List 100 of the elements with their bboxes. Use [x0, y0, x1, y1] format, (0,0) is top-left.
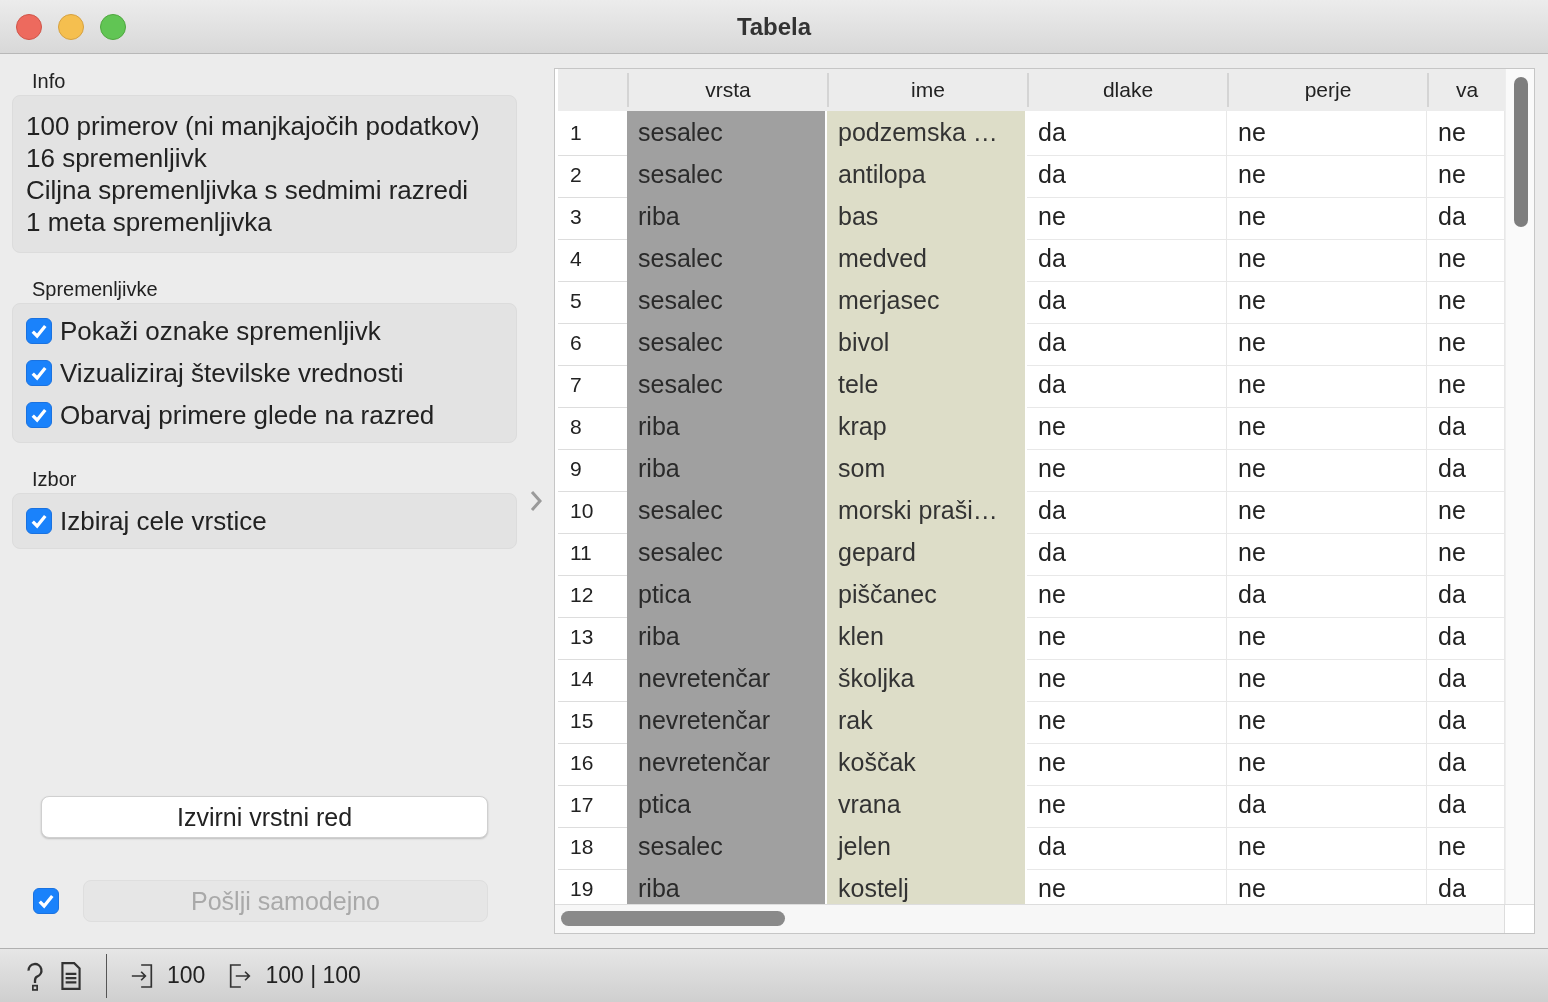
table-cell: da [1027, 237, 1227, 282]
table-cell: riba [627, 867, 827, 904]
table-cell: sesalec [627, 111, 827, 156]
table-cell: bas [827, 195, 1027, 240]
table-cell: ne [1227, 111, 1427, 156]
info-text: 100 primerov (ni manjkajočih podatkov) [26, 110, 481, 142]
window-title: Tabela [735, 12, 813, 41]
table-cell: ne [1027, 699, 1227, 744]
table-cell: ne [1227, 615, 1427, 660]
table-cell: sesalec [627, 531, 827, 576]
table-cell: merjasec [827, 279, 1027, 324]
checkbox-label[interactable]: Izbiraj cele vrstice [60, 505, 267, 537]
column-header[interactable]: ime [827, 73, 1027, 107]
table-cell: ne [1027, 573, 1227, 618]
table-cell: da [1027, 111, 1227, 156]
group-label: Izbor [31, 467, 78, 492]
output-count: 100 | 100 [265, 962, 361, 989]
table-cell: ne [1227, 237, 1427, 282]
column-header[interactable]: dlake [1027, 73, 1227, 107]
table-cell: ne [1027, 447, 1227, 492]
table-cell: da [1027, 363, 1227, 408]
checkbox-label[interactable]: Pokaži oznake spremenljivk [60, 315, 381, 347]
table-cell: sesalec [627, 237, 827, 282]
close-button[interactable] [16, 13, 42, 40]
table-cell: kostelj [827, 867, 1027, 904]
table-cell: sesalec [627, 363, 827, 408]
table-cell: ne [1227, 657, 1427, 702]
table-cell: sesalec [627, 321, 827, 366]
table-cell: školjka [827, 657, 1027, 702]
table-cell: da [1227, 783, 1427, 828]
column-header[interactable]: vrsta [627, 73, 827, 107]
table-cell: tele [827, 363, 1027, 408]
table-cell: ne [1227, 405, 1427, 450]
input-count: 100 [167, 962, 206, 989]
table-cell: sesalec [627, 279, 827, 324]
document-icon[interactable] [60, 960, 82, 991]
table-cell: sesalec [627, 825, 827, 870]
table-cell: ne [1227, 699, 1427, 744]
table-cell: sesalec [627, 489, 827, 534]
checkbox[interactable] [26, 318, 52, 344]
table-cell: riba [627, 405, 827, 450]
table-cell: som [827, 447, 1027, 492]
table-cell: da [1027, 531, 1227, 576]
table-cell: ne [1227, 825, 1427, 870]
checkbox[interactable] [26, 508, 52, 534]
info-text: 16 spremenljivk [26, 142, 208, 174]
table-cell: ne [1227, 153, 1427, 198]
table-cell: da [1027, 279, 1227, 324]
table-cell: podzemska … [827, 111, 1027, 156]
table-cell: ne [1227, 531, 1427, 576]
table-cell: riba [627, 615, 827, 660]
table-cell: ne [1227, 279, 1427, 324]
info-text: Ciljna spremenljivka s sedmimi razredi [26, 174, 470, 206]
table-cell: riba [627, 447, 827, 492]
table-cell: da [1027, 321, 1227, 366]
table-cell: da [1027, 153, 1227, 198]
table-cell: ne [1227, 321, 1427, 366]
table-cell: ne [1227, 363, 1427, 408]
group-label: Info [31, 69, 67, 94]
table-cell: da [1227, 573, 1427, 618]
table-cell: gepard [827, 531, 1027, 576]
table-cell: ne [1227, 447, 1427, 492]
horizontal-scrollbar[interactable] [555, 905, 1504, 933]
table-cell: ne [1227, 195, 1427, 240]
table-cell: da [1027, 489, 1227, 534]
table-cell: bivol [827, 321, 1027, 366]
table-cell: piščanec [827, 573, 1027, 618]
group-label: Spremenljivke [31, 277, 159, 302]
table-cell: ne [1027, 405, 1227, 450]
table-cell: da [1027, 825, 1227, 870]
checkbox[interactable] [26, 402, 52, 428]
table-cell: medved [827, 237, 1027, 282]
checkbox[interactable] [26, 360, 52, 386]
checkbox-label[interactable]: Vizualiziraj številske vrednosti [60, 357, 404, 389]
table-cell: krap [827, 405, 1027, 450]
table-cell: sesalec [627, 153, 827, 198]
chevron-right-icon[interactable] [529, 490, 542, 512]
table-cell: nevretenčar [627, 657, 827, 702]
restore-order-button[interactable]: Izvirni vrstni red [41, 796, 489, 838]
table-cell: klen [827, 615, 1027, 660]
checkbox-label[interactable]: Obarvaj primere glede na razred [60, 399, 435, 431]
table-cell: antilopa [827, 153, 1027, 198]
table-cell: ne [1227, 741, 1427, 786]
table-cell: koščak [827, 741, 1027, 786]
table-cell: rak [827, 699, 1027, 744]
table-cell: morski praši… [827, 489, 1027, 534]
table-cell: ne [1027, 741, 1227, 786]
table-cell: ne [1227, 489, 1427, 534]
table-cell: ne [1027, 657, 1227, 702]
table-cell: nevretenčar [627, 741, 827, 786]
column-header[interactable]: perje [1227, 73, 1427, 107]
table-cell: ne [1027, 195, 1227, 240]
table-cell: jelen [827, 825, 1027, 870]
info-text: 1 meta spremenljivka [26, 206, 273, 238]
vertical-scrollbar[interactable] [1505, 69, 1534, 904]
table-cell: vrana [827, 783, 1027, 828]
table-cell: nevretenčar [627, 699, 827, 744]
table-cell: riba [627, 195, 827, 240]
table-cell: ne [1027, 783, 1227, 828]
help-icon[interactable] [24, 960, 46, 991]
